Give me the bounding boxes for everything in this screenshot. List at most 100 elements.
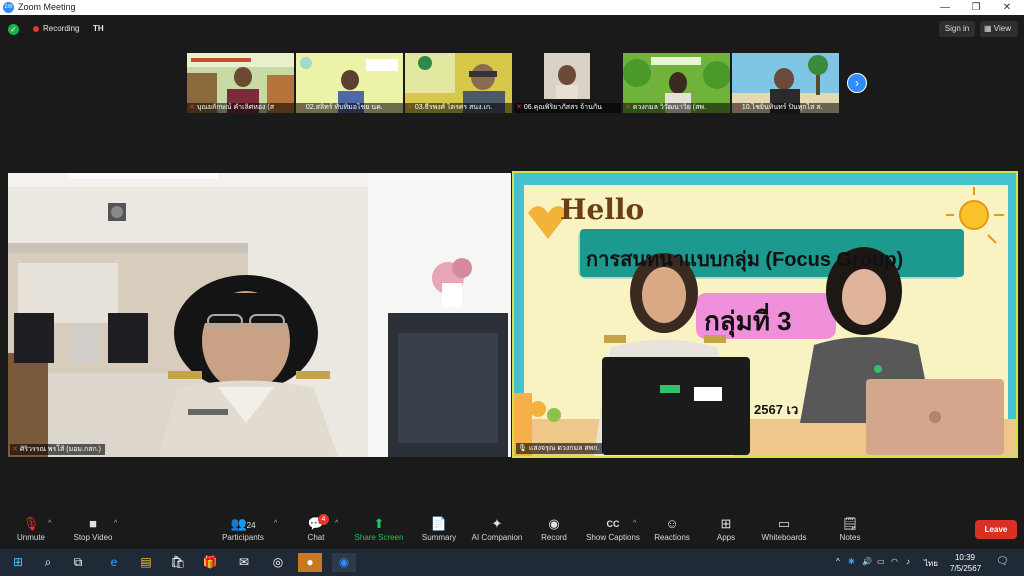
view-label: View [993, 24, 1011, 33]
clock-date: 7/5/2567 [950, 564, 982, 573]
participant-name: 03.ธีรพงศ์ ไตรศร สนง.เก. [414, 104, 493, 111]
sign-in-button[interactable]: Sign in [939, 21, 975, 37]
task-view-icon[interactable]: ⧉ [66, 553, 90, 572]
apps-label: Apps [716, 533, 736, 542]
participant-name: บุณยลักษณ์ คำเลิศหอง (ส [196, 104, 275, 111]
restore-icon[interactable]: ❐ [962, 1, 990, 14]
zoom-logo-icon: zm [3, 2, 14, 13]
slide-group-label: กลุ่มที่ 3 [704, 306, 792, 336]
next-page-chevron-icon[interactable]: › [847, 73, 867, 93]
chrome-icon[interactable]: ◎ [266, 553, 290, 572]
zoom-taskbar-icon[interactable]: ◉ [332, 553, 356, 572]
line-app-icon[interactable]: ● [298, 553, 322, 572]
volume-icon[interactable]: ♪ [906, 557, 910, 566]
security-shield-icon[interactable]: ✓ [8, 24, 19, 35]
microsoft-store-icon[interactable]: 🛍 [166, 553, 190, 572]
participants-icon: 👥24 [230, 516, 256, 531]
mic-muted-icon: ✕ [189, 104, 195, 111]
wifi-icon[interactable]: ◠ [891, 557, 898, 566]
slide-hello-text: Hello [560, 193, 645, 226]
mic-muted-icon: ✕ [12, 446, 20, 453]
reactions-button[interactable]: ☺ Reactions [652, 512, 692, 549]
slide-title: การสนทนาแบบกลุ่ม (Focus Group) [586, 249, 904, 271]
chat-unread-badge: 4 [318, 514, 329, 525]
show-captions-label: Show Captions [586, 533, 640, 542]
notes-label: Notes [839, 533, 861, 542]
video-tile-active-speaker[interactable]: Hello การสนทนาแบบกลุ่ม (Focus Group) กลุ… [512, 171, 1018, 458]
chat-chevron-icon[interactable]: ^ [335, 520, 338, 527]
mic-muted-icon: ✕ [516, 104, 522, 111]
windows-taskbar: ⊞ ⌕ ⧉ e ▤ 🛍 🎁 ✉ ◎ ● ◉ ^ ✱ 🔊 ▭ ◠ ♪ ไทย 10… [0, 549, 1024, 576]
minimize-icon[interactable]: — [931, 1, 959, 14]
participants-count: 24 [246, 521, 256, 530]
notifications-icon[interactable]: 🗨 [996, 556, 1009, 567]
grid-icon: ▦ [984, 24, 994, 33]
file-explorer-icon[interactable]: ▤ [134, 553, 158, 572]
view-button[interactable]: ▦ View [980, 21, 1018, 37]
ai-companion-button[interactable]: ✦ AI Companion [470, 512, 524, 549]
apps-button[interactable]: ⊞ Apps [712, 512, 740, 549]
slide-date-fragment: 2567 เว [754, 402, 799, 417]
system-clock[interactable]: 10:39 7/5/2567 [950, 552, 982, 574]
participant-thumbnail[interactable]: ✕ 02.สลิทร์ ทับทิมอไชย นค. [296, 53, 403, 113]
video-options-chevron-icon[interactable]: ^ [114, 520, 117, 527]
mic-muted-icon: ✕ [407, 104, 413, 111]
participant-name: 10.ไชยินทินทร์ ปิ่นทุกไส ส. [741, 104, 823, 111]
summary-label: Summary [421, 533, 457, 542]
audio-options-chevron-icon[interactable]: ^ [48, 520, 51, 527]
participant-name: 02.สลิทร์ ทับทิมอไชย นค. [305, 104, 383, 111]
window-title-bar: zm Zoom Meeting — ❐ ✕ [0, 0, 1024, 15]
participant-name: 06.คุณพิริยาภัสสร จ้านกัน [523, 104, 602, 111]
language-indicator[interactable]: TH [93, 24, 104, 33]
stop-video-button[interactable]: ■ Stop Video [70, 512, 116, 549]
notes-icon: 🗒 [841, 516, 859, 531]
mic-icon: 🎙 [518, 445, 529, 452]
smiley-icon: ☺ [665, 516, 679, 531]
windows-start-icon[interactable]: ⊞ [6, 553, 30, 572]
participant-thumbnail[interactable]: ✕ 10.ไชยินทินทร์ ปิ่นทุกไส ส. [732, 53, 839, 113]
ai-companion-label: AI Companion [471, 533, 523, 542]
video-camera-icon: ■ [89, 516, 97, 531]
gift-app-icon[interactable]: 🎁 [198, 553, 222, 572]
leave-button[interactable]: Leave [975, 520, 1017, 539]
notes-button[interactable]: 🗒 Notes [836, 512, 864, 549]
share-screen-label: Share Screen [354, 533, 404, 542]
edge-browser-icon[interactable]: e [102, 553, 126, 572]
participant-thumbnail[interactable]: ✕ ดวงกมล วิวัฒนาวิย (สพ. [623, 53, 730, 113]
record-icon: ◉ [548, 516, 560, 531]
close-icon[interactable]: ✕ [993, 1, 1021, 14]
recording-dot-icon [33, 26, 39, 32]
reactions-label: Reactions [654, 533, 690, 542]
participant-thumbnail[interactable]: ✕ 03.ธีรพงศ์ ไตรศร สนง.เก. [405, 53, 512, 113]
recording-label[interactable]: Recording [43, 24, 79, 33]
participants-chevron-icon[interactable]: ^ [274, 520, 277, 527]
video-tile-left[interactable]: ✕ ศิริวรรณ พรโส้ (มอม.กสก.) [8, 173, 511, 457]
record-button[interactable]: ◉ Record [538, 512, 570, 549]
search-icon[interactable]: ⌕ [36, 553, 60, 572]
mic-muted-icon: ✕ [734, 104, 740, 111]
participant-name: ดวงกมล วิวัฒนาวิย (สพ. [632, 104, 706, 111]
chat-label: Chat [307, 533, 325, 542]
share-screen-button[interactable]: ⬆ Share Screen [354, 512, 404, 549]
input-language[interactable]: ไทย [924, 557, 938, 570]
summary-button[interactable]: 📄 Summary [418, 512, 460, 549]
participant-name: แสงจรุณ ดวงกมล สพก. [528, 445, 600, 452]
mic-off-icon: 🎙 [22, 516, 40, 531]
whiteboards-button[interactable]: ▭ Whiteboards [758, 512, 810, 549]
meeting-toolbar: 🎙 Unmute ^ ■ Stop Video ^ 👥24 Participan… [0, 512, 1024, 549]
unmute-button[interactable]: 🎙 Unmute [12, 512, 50, 549]
tray-overflow-chevron-icon[interactable]: ^ [836, 557, 840, 566]
participants-label: Participants [222, 533, 264, 542]
show-captions-button[interactable]: CC Show Captions [584, 512, 642, 549]
apps-icon: ⊞ [720, 516, 732, 531]
participants-button[interactable]: 👥24 Participants [218, 512, 268, 549]
participant-thumbnail[interactable]: ✕ 06.คุณพิริยาภัสสร จ้านกัน [514, 53, 621, 113]
captions-chevron-icon[interactable]: ^ [633, 520, 636, 527]
mic-muted-icon: ✕ [298, 104, 304, 111]
mail-icon[interactable]: ✉ [232, 553, 256, 572]
speaker-icon[interactable]: 🔊 [862, 557, 872, 566]
battery-icon[interactable]: ▭ [877, 557, 885, 566]
whiteboard-icon: ▭ [777, 516, 791, 531]
bluetooth-icon[interactable]: ✱ [848, 557, 855, 566]
participant-thumbnail[interactable]: ✕ บุณยลักษณ์ คำเลิศหอง (ส [187, 53, 294, 113]
